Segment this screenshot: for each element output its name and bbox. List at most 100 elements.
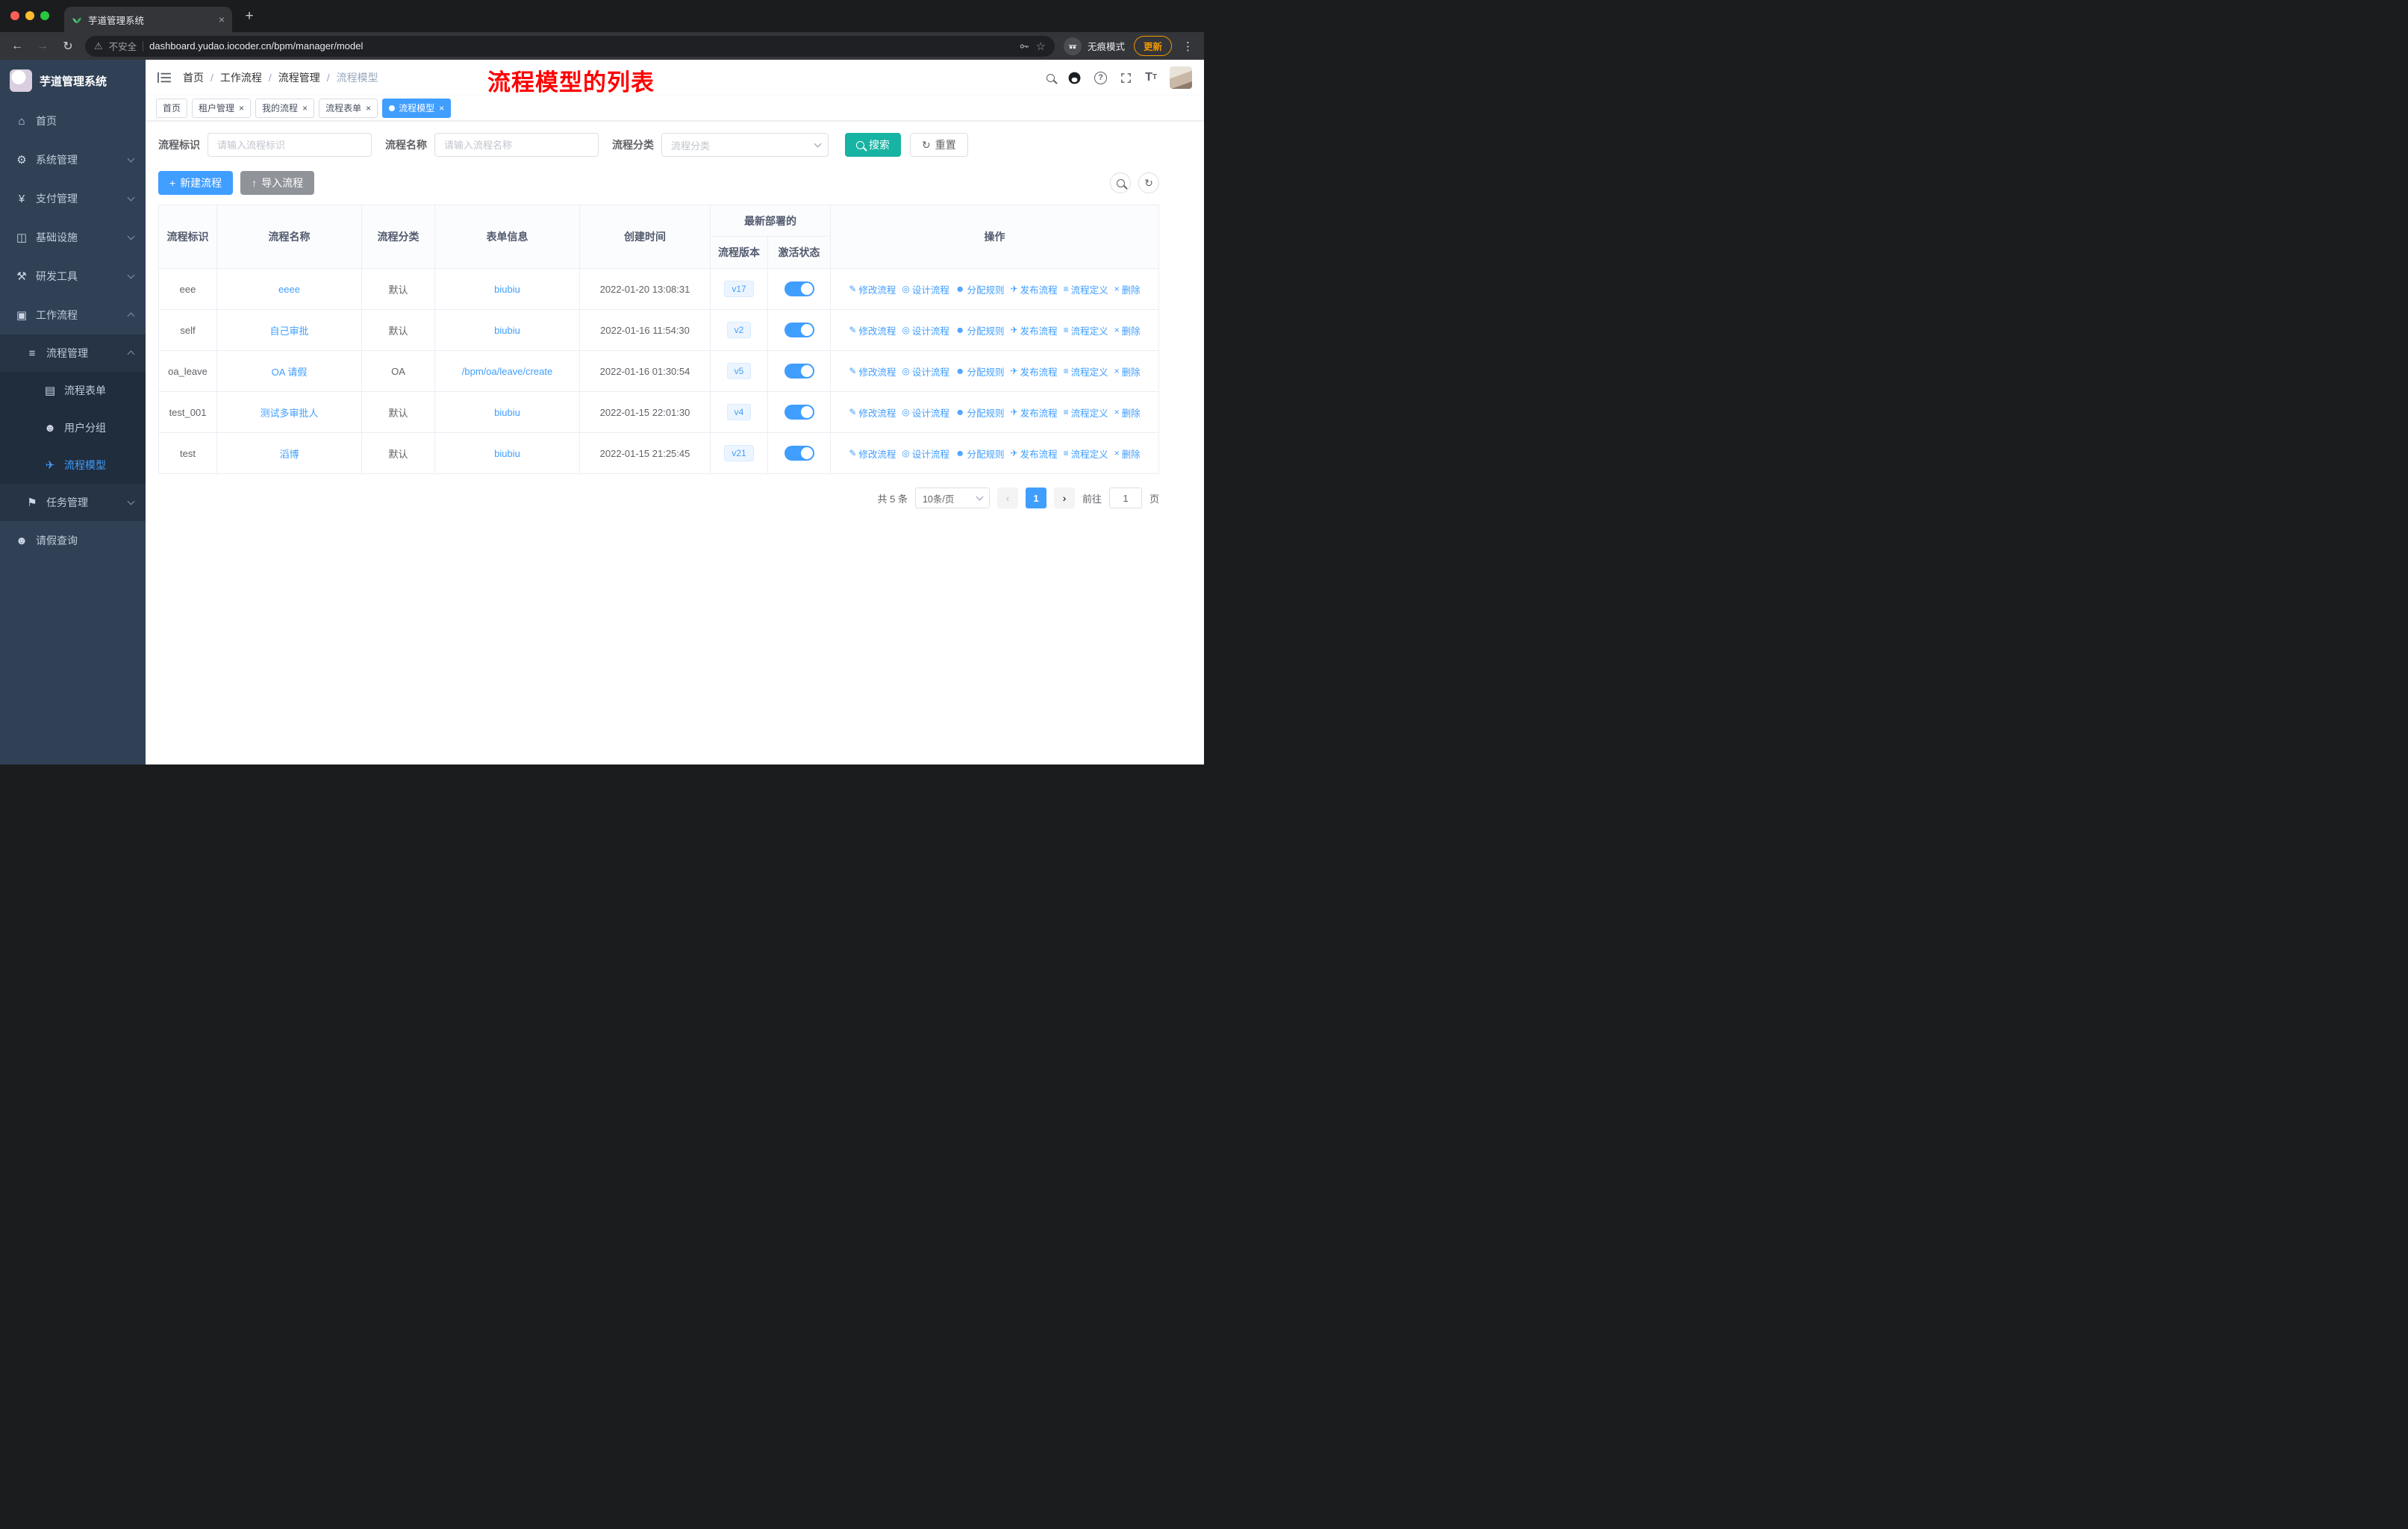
flow-definition-link[interactable]: ≡ 流程定义 bbox=[1064, 282, 1108, 296]
tab-close-icon[interactable]: × bbox=[219, 13, 225, 25]
close-icon[interactable]: × bbox=[439, 103, 444, 113]
active-toggle[interactable] bbox=[784, 446, 814, 461]
publish-flow-link[interactable]: ✈ 发布流程 bbox=[1011, 364, 1058, 379]
import-flow-button[interactable]: ↑ 导入流程 bbox=[240, 171, 315, 195]
zoom-window-button[interactable] bbox=[40, 11, 49, 20]
sidebar-item-dev-tools[interactable]: ⚒ 研发工具 bbox=[0, 257, 146, 296]
create-flow-button[interactable]: + 新建流程 bbox=[158, 171, 234, 195]
delete-link[interactable]: × 删除 bbox=[1114, 323, 1141, 337]
modify-flow-link[interactable]: ✎ 修改流程 bbox=[849, 364, 896, 379]
close-window-button[interactable] bbox=[10, 11, 19, 20]
github-icon[interactable] bbox=[1067, 71, 1082, 85]
modify-flow-link[interactable]: ✎ 修改流程 bbox=[849, 446, 896, 461]
process-name-link[interactable]: 滔博 bbox=[279, 449, 299, 460]
bookmark-star-icon[interactable]: ☆ bbox=[1036, 40, 1046, 53]
font-size-icon[interactable]: TT bbox=[1145, 72, 1157, 84]
flow-definition-link[interactable]: ≡ 流程定义 bbox=[1064, 323, 1108, 337]
form-info-link[interactable]: biubiu bbox=[494, 448, 520, 459]
publish-flow-link[interactable]: ✈ 发布流程 bbox=[1011, 323, 1058, 337]
help-icon[interactable]: ? bbox=[1094, 71, 1108, 84]
flow-definition-link[interactable]: ≡ 流程定义 bbox=[1064, 364, 1108, 379]
reload-icon[interactable]: ↻ bbox=[60, 39, 76, 54]
breadcrumb-item[interactable]: 工作流程 bbox=[220, 70, 262, 85]
assign-rule-link[interactable]: ☻ 分配规则 bbox=[955, 446, 1005, 461]
close-icon[interactable]: × bbox=[366, 103, 371, 113]
breadcrumb-item[interactable]: 流程管理 bbox=[278, 70, 320, 85]
process-name-link[interactable]: 测试多审批人 bbox=[260, 408, 318, 419]
sidebar-item-system-manage[interactable]: ⚙ 系统管理 bbox=[0, 140, 146, 179]
sidebar-item-home[interactable]: ⌂ 首页 bbox=[0, 102, 146, 140]
user-avatar[interactable] bbox=[1170, 66, 1192, 89]
breadcrumb-item[interactable]: 首页 bbox=[183, 70, 204, 85]
show-search-button[interactable] bbox=[1110, 172, 1131, 193]
delete-link[interactable]: × 删除 bbox=[1114, 282, 1141, 296]
reset-button[interactable]: ↻ 重置 bbox=[910, 133, 968, 157]
publish-flow-link[interactable]: ✈ 发布流程 bbox=[1011, 282, 1058, 296]
active-toggle[interactable] bbox=[784, 323, 814, 337]
collapse-sidebar-icon[interactable] bbox=[157, 72, 171, 84]
search-button[interactable]: 搜索 bbox=[845, 133, 901, 157]
design-flow-link[interactable]: ◎ 设计流程 bbox=[902, 446, 949, 461]
process-key-input[interactable] bbox=[208, 133, 372, 157]
flow-definition-link[interactable]: ≡ 流程定义 bbox=[1064, 446, 1108, 461]
refresh-table-button[interactable]: ↻ bbox=[1138, 172, 1159, 193]
minimize-window-button[interactable] bbox=[25, 11, 34, 20]
active-toggle[interactable] bbox=[784, 364, 814, 379]
close-icon[interactable]: × bbox=[302, 103, 308, 113]
current-page-button[interactable]: 1 bbox=[1025, 488, 1047, 508]
close-icon[interactable]: × bbox=[239, 103, 244, 113]
design-flow-link[interactable]: ◎ 设计流程 bbox=[902, 364, 949, 379]
view-tab-flow-model[interactable]: 流程模型 × bbox=[382, 98, 452, 118]
address-bar[interactable]: ⚠ 不安全 dashboard.yudao.iocoder.cn/bpm/man… bbox=[85, 35, 1055, 57]
update-button[interactable]: 更新 bbox=[1133, 36, 1172, 56]
view-tab-tenant-manage[interactable]: 租户管理 × bbox=[192, 98, 252, 118]
sidebar-item-leave-query[interactable]: ☻ 请假查询 bbox=[0, 521, 146, 560]
active-toggle[interactable] bbox=[784, 281, 814, 296]
sidebar-item-flow-manage[interactable]: ≡ 流程管理 bbox=[0, 334, 146, 372]
browser-tab[interactable]: 芋道管理系统 × bbox=[64, 7, 232, 32]
search-icon[interactable] bbox=[1047, 73, 1055, 82]
sidebar-item-flow-model[interactable]: ✈ 流程模型 bbox=[0, 446, 146, 484]
assign-rule-link[interactable]: ☻ 分配规则 bbox=[955, 282, 1005, 296]
process-name-input[interactable] bbox=[434, 133, 599, 157]
design-flow-link[interactable]: ◎ 设计流程 bbox=[902, 405, 949, 420]
delete-link[interactable]: × 删除 bbox=[1114, 405, 1141, 420]
publish-flow-link[interactable]: ✈ 发布流程 bbox=[1011, 446, 1058, 461]
goto-page-input[interactable] bbox=[1108, 488, 1142, 508]
process-name-link[interactable]: eeee bbox=[278, 284, 300, 295]
browser-menu-icon[interactable]: ⋮ bbox=[1181, 40, 1195, 53]
active-toggle[interactable] bbox=[784, 405, 814, 420]
sidebar-item-payment-manage[interactable]: ¥ 支付管理 bbox=[0, 179, 146, 218]
sidebar-item-user-group[interactable]: ☻ 用户分组 bbox=[0, 409, 146, 446]
page-size-select[interactable]: 10条/页 bbox=[914, 488, 990, 508]
sidebar-item-flow-form[interactable]: ▤ 流程表单 bbox=[0, 372, 146, 409]
form-info-link[interactable]: biubiu bbox=[494, 284, 520, 295]
fullscreen-icon[interactable] bbox=[1120, 72, 1132, 84]
view-tab-my-flow[interactable]: 我的流程 × bbox=[255, 98, 315, 118]
delete-link[interactable]: × 删除 bbox=[1114, 364, 1141, 379]
assign-rule-link[interactable]: ☻ 分配规则 bbox=[955, 323, 1005, 337]
assign-rule-link[interactable]: ☻ 分配规则 bbox=[955, 405, 1005, 420]
process-name-link[interactable]: OA 请假 bbox=[272, 367, 308, 378]
forward-icon[interactable]: → bbox=[34, 40, 51, 53]
key-icon[interactable] bbox=[1018, 40, 1030, 52]
design-flow-link[interactable]: ◎ 设计流程 bbox=[902, 323, 949, 337]
form-info-link[interactable]: /bpm/oa/leave/create bbox=[462, 366, 552, 377]
flow-definition-link[interactable]: ≡ 流程定义 bbox=[1064, 405, 1108, 420]
sidebar-item-workflow[interactable]: ▣ 工作流程 bbox=[0, 296, 146, 334]
new-tab-button[interactable]: + bbox=[240, 7, 259, 26]
delete-link[interactable]: × 删除 bbox=[1114, 446, 1141, 461]
modify-flow-link[interactable]: ✎ 修改流程 bbox=[849, 405, 896, 420]
back-icon[interactable]: ← bbox=[9, 40, 25, 53]
view-tab-flow-form[interactable]: 流程表单 × bbox=[319, 98, 378, 118]
assign-rule-link[interactable]: ☻ 分配规则 bbox=[955, 364, 1005, 379]
process-name-link[interactable]: 自己审批 bbox=[269, 326, 308, 337]
modify-flow-link[interactable]: ✎ 修改流程 bbox=[849, 282, 896, 296]
prev-page-button[interactable]: ‹ bbox=[996, 488, 1018, 508]
form-info-link[interactable]: biubiu bbox=[494, 407, 520, 418]
form-info-link[interactable]: biubiu bbox=[494, 325, 520, 336]
sidebar-item-infrastructure[interactable]: ◫ 基础设施 bbox=[0, 218, 146, 257]
category-select[interactable]: 流程分类 bbox=[661, 133, 829, 157]
next-page-button[interactable]: › bbox=[1053, 488, 1075, 508]
view-tab-home[interactable]: 首页 bbox=[156, 98, 188, 118]
